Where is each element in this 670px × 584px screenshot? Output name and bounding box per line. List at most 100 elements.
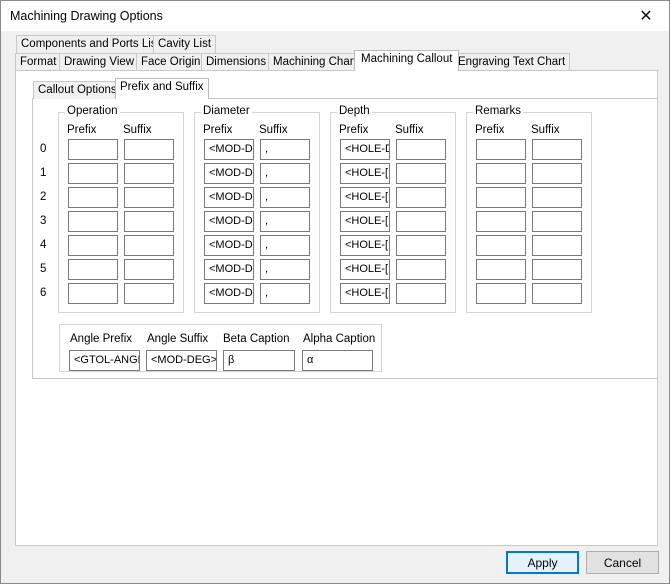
remarks-prefix-header: Prefix <box>475 124 505 136</box>
diameter-prefix-input[interactable]: <MOD-D <box>204 163 254 184</box>
operation-prefix-input[interactable] <box>68 235 118 256</box>
row-label: 3 <box>40 215 47 227</box>
depth-prefix-input[interactable]: <HOLE-[ <box>340 283 390 304</box>
diameter-prefix-input[interactable]: <MOD-D <box>204 259 254 280</box>
group-operation-label: Operation <box>65 105 120 117</box>
cancel-button[interactable]: Cancel <box>586 551 659 574</box>
remarks-suffix-input[interactable] <box>532 259 582 280</box>
tab-machining-chart[interactable]: Machining Chart <box>268 53 362 71</box>
diameter-suffix-input[interactable]: , <box>260 283 310 304</box>
operation-suffix-input[interactable] <box>124 163 174 184</box>
diameter-suffix-input[interactable]: , <box>260 235 310 256</box>
alpha-caption-input[interactable]: α <box>302 350 373 371</box>
operation-prefix-header: Prefix <box>67 124 97 136</box>
remarks-suffix-input[interactable] <box>532 235 582 256</box>
diameter-suffix-input[interactable]: , <box>260 163 310 184</box>
row-label: 1 <box>40 167 47 179</box>
diameter-prefix-header: Prefix <box>203 124 233 136</box>
group-diameter-label: Diameter <box>201 105 252 117</box>
remarks-suffix-header: Suffix <box>531 124 560 136</box>
beta-caption-input[interactable]: β <box>223 350 295 371</box>
alpha-caption-label: Alpha Caption <box>303 333 376 345</box>
depth-prefix-input[interactable]: <HOLE-[ <box>340 235 390 256</box>
operation-suffix-input[interactable] <box>124 139 174 160</box>
tab-cavity-list[interactable]: Cavity List <box>153 35 217 53</box>
row-label: 2 <box>40 191 47 203</box>
operation-prefix-input[interactable] <box>68 163 118 184</box>
window-title: Machining Drawing Options <box>10 9 163 23</box>
depth-suffix-input[interactable] <box>396 283 446 304</box>
depth-suffix-input[interactable] <box>396 163 446 184</box>
diameter-suffix-input[interactable]: , <box>260 211 310 232</box>
diameter-prefix-input[interactable]: <MOD-D <box>204 187 254 208</box>
remarks-suffix-input[interactable] <box>532 211 582 232</box>
subtab-prefix-and-suffix[interactable]: Prefix and Suffix <box>115 78 209 99</box>
operation-suffix-header: Suffix <box>123 124 152 136</box>
diameter-suffix-input[interactable]: , <box>260 139 310 160</box>
operation-suffix-input[interactable] <box>124 235 174 256</box>
depth-prefix-input[interactable]: <HOLE-[ <box>340 211 390 232</box>
group-depth-label: Depth <box>337 105 372 117</box>
depth-suffix-header: Suffix <box>395 124 424 136</box>
tab-drawing-view[interactable]: Drawing View <box>59 53 140 71</box>
tab-components-and-ports-list[interactable]: Components and Ports List <box>16 35 165 53</box>
diameter-prefix-input[interactable]: <MOD-D <box>204 283 254 304</box>
depth-prefix-input[interactable]: <HOLE-[ <box>340 187 390 208</box>
tab-machining-callout[interactable]: Machining Callout <box>354 50 460 71</box>
diameter-prefix-input[interactable]: <MOD-D <box>204 235 254 256</box>
diameter-suffix-input[interactable]: , <box>260 259 310 280</box>
row-label: 5 <box>40 263 47 275</box>
tab-face-origin[interactable]: Face Origin <box>136 53 206 71</box>
remarks-suffix-input[interactable] <box>532 187 582 208</box>
row-label: 0 <box>40 143 47 155</box>
diameter-suffix-header: Suffix <box>259 124 288 136</box>
operation-prefix-input[interactable] <box>68 211 118 232</box>
group-remarks-label: Remarks <box>473 105 524 117</box>
angle-suffix-label: Angle Suffix <box>147 333 209 345</box>
operation-prefix-input[interactable] <box>68 187 118 208</box>
depth-suffix-input[interactable] <box>396 211 446 232</box>
operation-prefix-input[interactable] <box>68 259 118 280</box>
tab-dimensions[interactable]: Dimensions <box>201 53 272 71</box>
remarks-prefix-input[interactable] <box>476 235 526 256</box>
title-bar: Machining Drawing Options ✕ <box>1 1 669 31</box>
beta-caption-label: Beta Caption <box>223 333 290 345</box>
row-label: 6 <box>40 287 47 299</box>
remarks-prefix-input[interactable] <box>476 283 526 304</box>
tab-engraving-text-chart[interactable]: Engraving Text Chart <box>453 53 571 71</box>
machining-drawing-options-dialog: Machining Drawing Options ✕ Components a… <box>0 0 670 584</box>
remarks-prefix-input[interactable] <box>476 139 526 160</box>
remarks-prefix-input[interactable] <box>476 259 526 280</box>
remarks-prefix-input[interactable] <box>476 163 526 184</box>
remarks-prefix-input[interactable] <box>476 211 526 232</box>
depth-suffix-input[interactable] <box>396 139 446 160</box>
subtab-callout-options[interactable]: Callout Options <box>33 81 122 99</box>
remarks-prefix-input[interactable] <box>476 187 526 208</box>
operation-prefix-input[interactable] <box>68 139 118 160</box>
angle-suffix-input[interactable]: <MOD-DEG> <box>146 350 217 371</box>
remarks-suffix-input[interactable] <box>532 283 582 304</box>
operation-suffix-input[interactable] <box>124 283 174 304</box>
angle-prefix-label: Angle Prefix <box>70 333 133 345</box>
operation-prefix-input[interactable] <box>68 283 118 304</box>
close-button[interactable]: ✕ <box>623 1 669 31</box>
diameter-suffix-input[interactable]: , <box>260 187 310 208</box>
depth-suffix-input[interactable] <box>396 187 446 208</box>
operation-suffix-input[interactable] <box>124 259 174 280</box>
diameter-prefix-input[interactable]: <MOD-D <box>204 211 254 232</box>
close-icon: ✕ <box>639 8 653 25</box>
depth-suffix-input[interactable] <box>396 235 446 256</box>
operation-suffix-input[interactable] <box>124 187 174 208</box>
depth-prefix-input[interactable]: <HOLE-[ <box>340 163 390 184</box>
depth-prefix-input[interactable]: <HOLE-[ <box>340 259 390 280</box>
depth-prefix-header: Prefix <box>339 124 369 136</box>
depth-suffix-input[interactable] <box>396 259 446 280</box>
remarks-suffix-input[interactable] <box>532 139 582 160</box>
angle-prefix-input[interactable]: <GTOL-ANGL <box>69 350 140 371</box>
operation-suffix-input[interactable] <box>124 211 174 232</box>
depth-prefix-input[interactable]: <HOLE-D <box>340 139 390 160</box>
tab-format[interactable]: Format <box>15 53 62 71</box>
apply-button[interactable]: Apply <box>506 551 579 574</box>
diameter-prefix-input[interactable]: <MOD-DI <box>204 139 254 160</box>
remarks-suffix-input[interactable] <box>532 163 582 184</box>
